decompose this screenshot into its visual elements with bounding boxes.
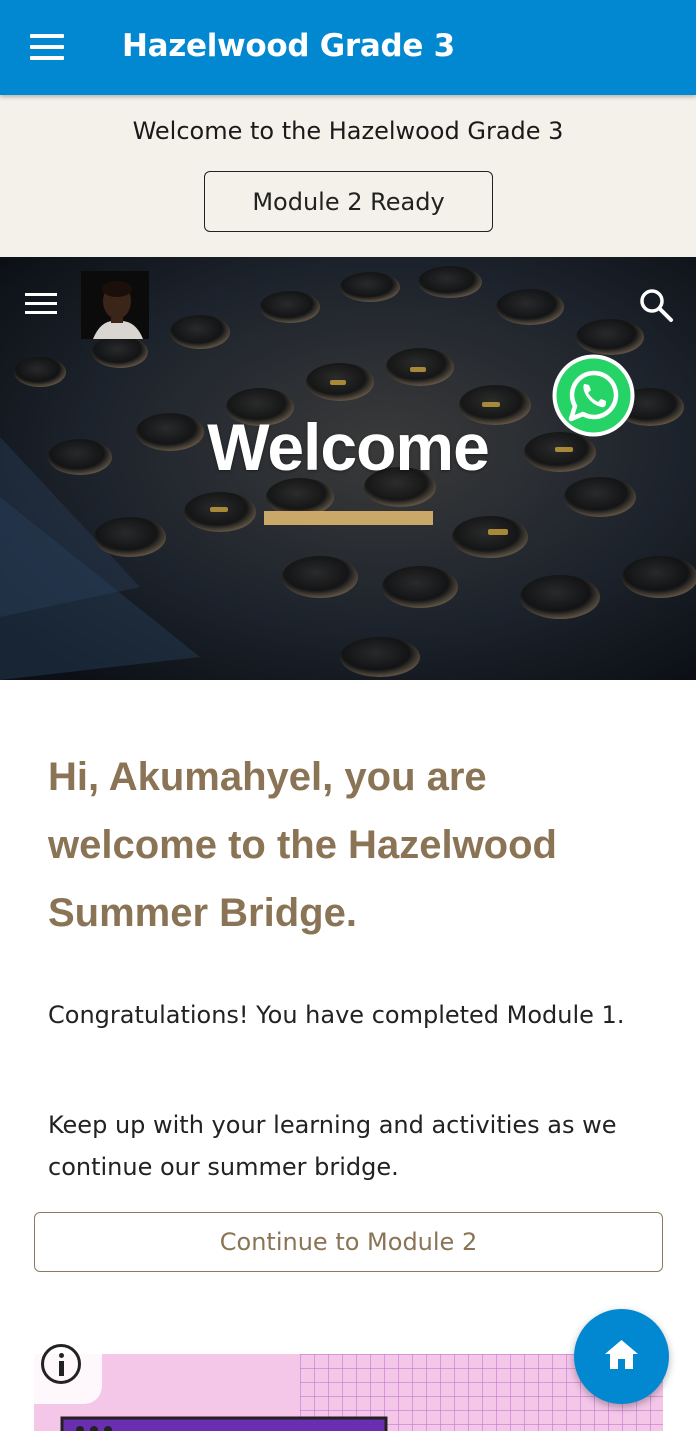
- hamburger-menu-icon[interactable]: [30, 34, 64, 60]
- avatar[interactable]: [81, 271, 149, 339]
- continue-module-2-button[interactable]: Continue to Module 2: [34, 1212, 663, 1272]
- hero-menu-icon[interactable]: [25, 293, 57, 315]
- module-preview-image: [34, 1354, 663, 1431]
- app-bar: Hazelwood Grade 3: [0, 0, 696, 95]
- app-title: Hazelwood Grade 3: [122, 28, 455, 64]
- greeting-heading: Hi, Akumahyel, you are welcome to the Ha…: [48, 755, 557, 935]
- announcement-banner: Welcome to the Hazelwood Grade 3 Module …: [0, 95, 696, 257]
- info-icon[interactable]: [41, 1344, 81, 1384]
- home-icon: [605, 1340, 638, 1369]
- module-2-ready-button[interactable]: Module 2 Ready: [204, 171, 493, 232]
- banner-text: Welcome to the Hazelwood Grade 3: [132, 117, 564, 145]
- hero-section: Welcome: [0, 257, 696, 680]
- home-button[interactable]: [574, 1309, 669, 1404]
- encouragement-message: Keep up with your learning and activitie…: [48, 1111, 617, 1181]
- search-icon[interactable]: [638, 287, 674, 323]
- hero-title: Welcome: [207, 410, 490, 484]
- completion-message: Congratulations! You have completed Modu…: [48, 1001, 625, 1029]
- info-badge: [34, 1332, 102, 1404]
- hero-title-underline: [264, 511, 433, 525]
